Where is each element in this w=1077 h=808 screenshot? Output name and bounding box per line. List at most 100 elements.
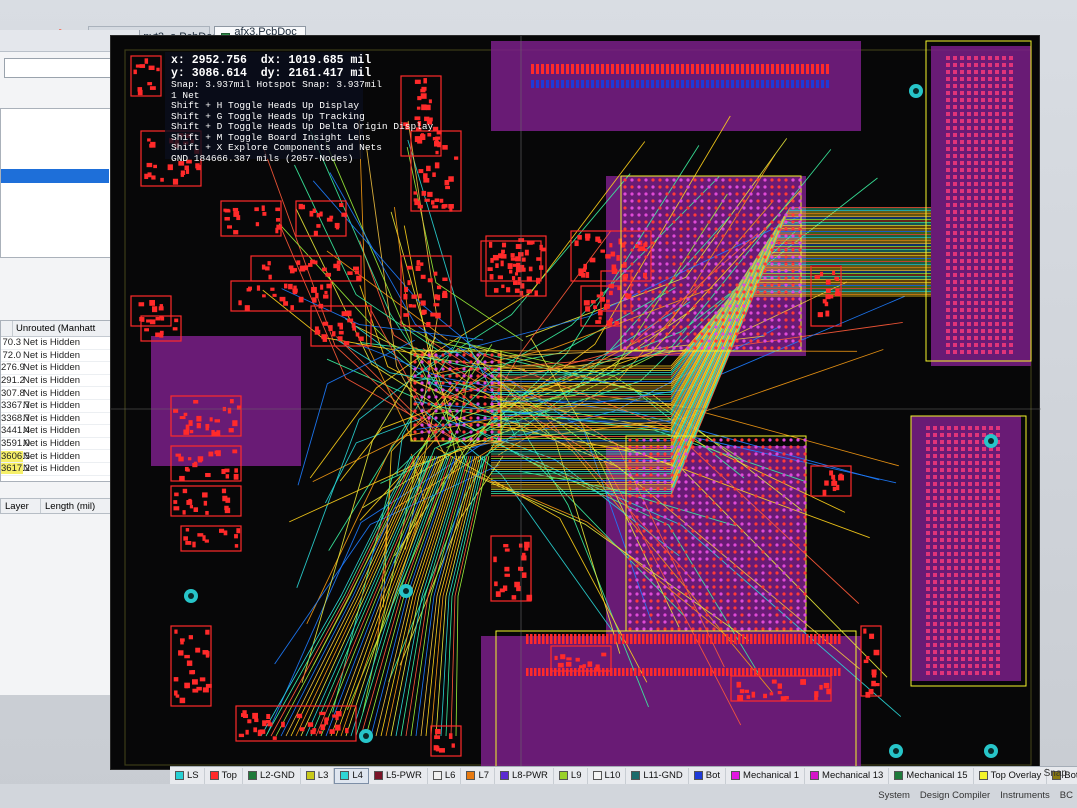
layer-tab[interactable]: L10 bbox=[588, 767, 627, 784]
pad bbox=[981, 350, 985, 354]
pad bbox=[996, 580, 1000, 584]
pad bbox=[254, 718, 259, 723]
layer-tab[interactable]: L11-GND bbox=[626, 767, 689, 784]
layer-tab[interactable]: Mechanical 13 bbox=[805, 767, 890, 784]
bga-ball bbox=[642, 620, 646, 624]
pad bbox=[967, 252, 971, 256]
pad bbox=[940, 524, 944, 528]
layer-tab[interactable]: Bot bbox=[689, 767, 727, 784]
pad bbox=[814, 668, 817, 676]
unrouted-column-header[interactable]: Unrouted (Manhatt bbox=[13, 321, 98, 336]
pad bbox=[742, 668, 745, 676]
pad bbox=[960, 329, 964, 333]
layer-column-header[interactable]: Layer bbox=[1, 499, 41, 513]
net-row[interactable]: 276.9 Net is Hidden bbox=[1, 362, 127, 375]
layer-tab[interactable]: L8-PWR bbox=[495, 767, 554, 784]
bga-ball bbox=[728, 192, 732, 196]
pad bbox=[275, 227, 279, 234]
pad bbox=[940, 650, 944, 654]
bga-ball bbox=[656, 508, 660, 512]
net-row[interactable]: 70.3 Net is Hidden bbox=[1, 337, 127, 350]
pad bbox=[960, 252, 964, 256]
pad bbox=[731, 80, 734, 88]
layer-tab[interactable]: L2-GND bbox=[243, 767, 301, 784]
pad bbox=[786, 668, 789, 676]
net-row[interactable]: 3591.0 Net is Hidden bbox=[1, 438, 127, 451]
layer-tab[interactable]: Mechanical 1 bbox=[726, 767, 806, 784]
pad bbox=[558, 668, 561, 676]
bga-ball bbox=[775, 459, 779, 463]
net-row[interactable]: 72.0 Net is Hidden bbox=[1, 350, 127, 363]
pad bbox=[982, 454, 986, 458]
bga-ball bbox=[635, 557, 639, 561]
bga-ball bbox=[777, 241, 781, 245]
bga-ball bbox=[672, 311, 676, 315]
bga-ball bbox=[483, 381, 487, 385]
bga-ball bbox=[658, 206, 662, 210]
pad bbox=[981, 294, 985, 298]
mounting-hole-center bbox=[403, 588, 409, 594]
net-row[interactable]: 3617.2 Net is Hidden bbox=[1, 463, 127, 476]
bga-ball bbox=[644, 346, 648, 350]
pad bbox=[988, 56, 992, 60]
bga-ball bbox=[691, 564, 695, 568]
pad bbox=[953, 133, 957, 137]
pad bbox=[946, 126, 950, 130]
bga-ball bbox=[784, 304, 788, 308]
bga-ball bbox=[651, 213, 655, 217]
layer-tab[interactable]: L4 bbox=[334, 767, 369, 784]
bga-ball bbox=[712, 466, 716, 470]
pad bbox=[354, 270, 360, 275]
pad bbox=[245, 729, 249, 735]
net-row[interactable]: 3367.7 Net is Hidden bbox=[1, 400, 127, 413]
pad bbox=[706, 64, 709, 74]
net-row[interactable]: 3606.5 Net is Hidden bbox=[1, 450, 127, 463]
bga-ball bbox=[462, 423, 466, 427]
pad bbox=[421, 190, 427, 196]
bga-ball bbox=[761, 578, 765, 582]
bga-ball bbox=[803, 522, 807, 526]
status-instruments[interactable]: Instruments bbox=[1000, 790, 1050, 801]
pad bbox=[953, 84, 957, 88]
pad bbox=[345, 727, 349, 734]
net-row[interactable]: 3368.7 Net is Hidden bbox=[1, 413, 127, 426]
bga-ball bbox=[782, 578, 786, 582]
pad bbox=[940, 468, 944, 472]
bga-ball bbox=[698, 620, 702, 624]
layer-tab[interactable]: Top bbox=[205, 767, 243, 784]
layer-tab[interactable]: L6 bbox=[428, 767, 462, 784]
status-design-compiler[interactable]: Design Compiler bbox=[920, 790, 990, 801]
bga-ball bbox=[672, 318, 676, 322]
pad bbox=[448, 733, 453, 739]
pad bbox=[961, 454, 965, 458]
bga-ball bbox=[756, 269, 760, 273]
layer-tab[interactable]: Top Overlay bbox=[974, 767, 1048, 784]
bga-ball bbox=[698, 571, 702, 575]
layer-tab[interactable]: Mechanical 15 bbox=[889, 767, 974, 784]
layer-tab[interactable]: L5-PWR bbox=[369, 767, 428, 784]
net-row[interactable]: 291.2 Net is Hidden bbox=[1, 375, 127, 388]
net-length: 3367.7 bbox=[1, 400, 31, 412]
status-bc[interactable]: BC bbox=[1060, 790, 1073, 801]
snap-button[interactable]: Snap bbox=[1044, 768, 1067, 779]
net-row[interactable]: 3441.4 Net is Hidden bbox=[1, 425, 127, 438]
bga-ball bbox=[658, 297, 662, 301]
pad bbox=[996, 636, 1000, 640]
bga-ball bbox=[623, 269, 627, 273]
bga-ball bbox=[740, 606, 744, 610]
bga-ball bbox=[623, 325, 627, 329]
bga-ball bbox=[644, 304, 648, 308]
selected-item[interactable] bbox=[1, 169, 109, 183]
status-system[interactable]: System bbox=[878, 790, 910, 801]
net-row[interactable]: 307.8 Net is Hidden bbox=[1, 387, 127, 400]
layer-tab[interactable]: L3 bbox=[301, 767, 335, 784]
pad bbox=[442, 277, 448, 282]
layer-tab[interactable]: LS bbox=[170, 767, 205, 784]
layer-tab[interactable]: L7 bbox=[461, 767, 496, 784]
bga-ball bbox=[693, 304, 697, 308]
pad bbox=[954, 594, 958, 598]
bga-ball bbox=[630, 297, 634, 301]
layer-tab[interactable]: L9 bbox=[554, 767, 588, 784]
bga-ball bbox=[656, 473, 660, 477]
bga-ball bbox=[441, 367, 445, 371]
